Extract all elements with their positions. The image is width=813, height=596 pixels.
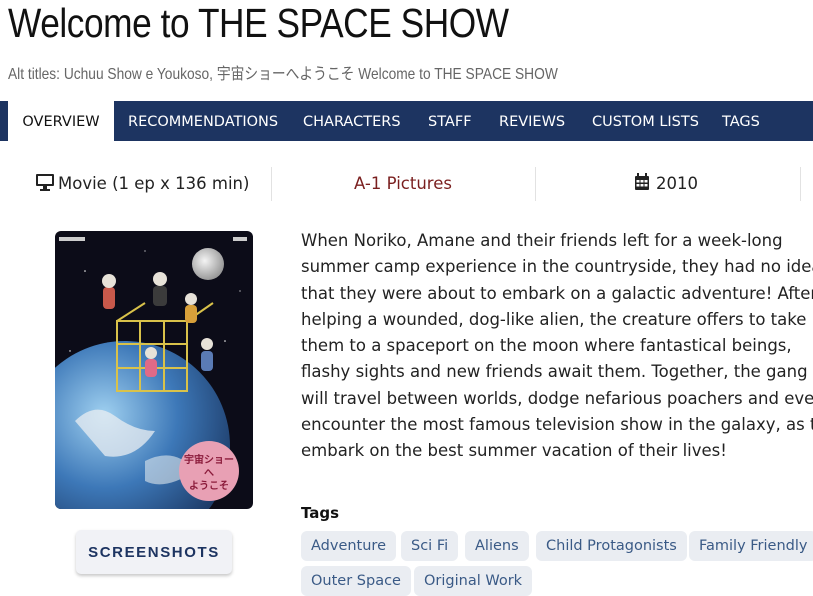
tab-reviews[interactable]: REVIEWS <box>499 101 565 141</box>
synopsis-line: helping a wounded, dog-like alien, the c… <box>301 309 807 329</box>
synopsis-line: will travel between worlds, dodge nefari… <box>301 388 813 408</box>
svg-text:ようこそ: ようこそ <box>189 480 229 492</box>
calendar-icon <box>635 173 649 190</box>
tags-heading: Tags <box>301 504 340 522</box>
svg-text:へ: へ <box>204 468 214 479</box>
format-text: Movie (1 ep x 136 min) <box>58 174 250 193</box>
year-info: 2010 <box>634 168 698 200</box>
tab-custom-lists[interactable]: CUSTOM LISTS <box>592 101 699 141</box>
tab-overview[interactable]: OVERVIEW <box>8 101 114 141</box>
svg-text:宇宙ショー: 宇宙ショー <box>184 453 234 466</box>
synopsis-line: flashy sights and new friends await them… <box>301 362 808 382</box>
tab-staff[interactable]: STAFF <box>428 101 472 141</box>
synopsis-line: them to a spaceport on the moon where fa… <box>301 336 792 356</box>
divider <box>800 167 801 201</box>
divider <box>271 167 272 201</box>
tag-family-friendly[interactable]: Family Friendly <box>689 531 813 561</box>
synopsis-line: encounter the most famous television sho… <box>301 415 813 435</box>
synopsis-line: embark on the best summer vacation of th… <box>301 441 727 461</box>
page-title: Welcome to THE SPACE SHOW <box>8 0 509 46</box>
tab-bar: OVERVIEW RECOMMENDATIONS CHARACTERS STAF… <box>0 101 813 141</box>
screenshots-button[interactable]: SCREENSHOTS <box>76 530 232 574</box>
alt-titles: Alt titles: Uchuu Show e Youkoso, 宇宙ショーへ… <box>8 66 558 83</box>
synopsis-line: When Noriko, Amane and their friends lef… <box>301 231 783 250</box>
tag-original-work[interactable]: Original Work <box>414 566 533 596</box>
synopsis-line: that they were about to embark on a gala… <box>301 283 813 303</box>
tab-tags[interactable]: TAGS <box>722 101 760 141</box>
format-info: Movie (1 ep x 136 min) <box>35 168 249 200</box>
monitor-icon <box>36 174 54 191</box>
divider <box>535 167 536 201</box>
tag-child-protagonists[interactable]: Child Protagonists <box>536 531 687 561</box>
tag-outer-space[interactable]: Outer Space <box>301 566 411 596</box>
tab-recommendations[interactable]: RECOMMENDATIONS <box>128 101 278 141</box>
synopsis-line: summer camp experience in the countrysid… <box>301 257 813 277</box>
synopsis: When Noriko, Amane and their friends lef… <box>301 228 813 465</box>
tag-adventure[interactable]: Adventure <box>301 531 396 561</box>
cover-image: 宇宙ショー へ ようこそ <box>55 231 253 509</box>
tab-characters[interactable]: CHARACTERS <box>303 101 401 141</box>
tag-sci-fi[interactable]: Sci Fi <box>401 531 459 561</box>
studio-link[interactable]: A-1 Pictures <box>354 168 452 200</box>
tag-aliens[interactable]: Aliens <box>465 531 529 561</box>
year-text: 2010 <box>656 174 698 193</box>
